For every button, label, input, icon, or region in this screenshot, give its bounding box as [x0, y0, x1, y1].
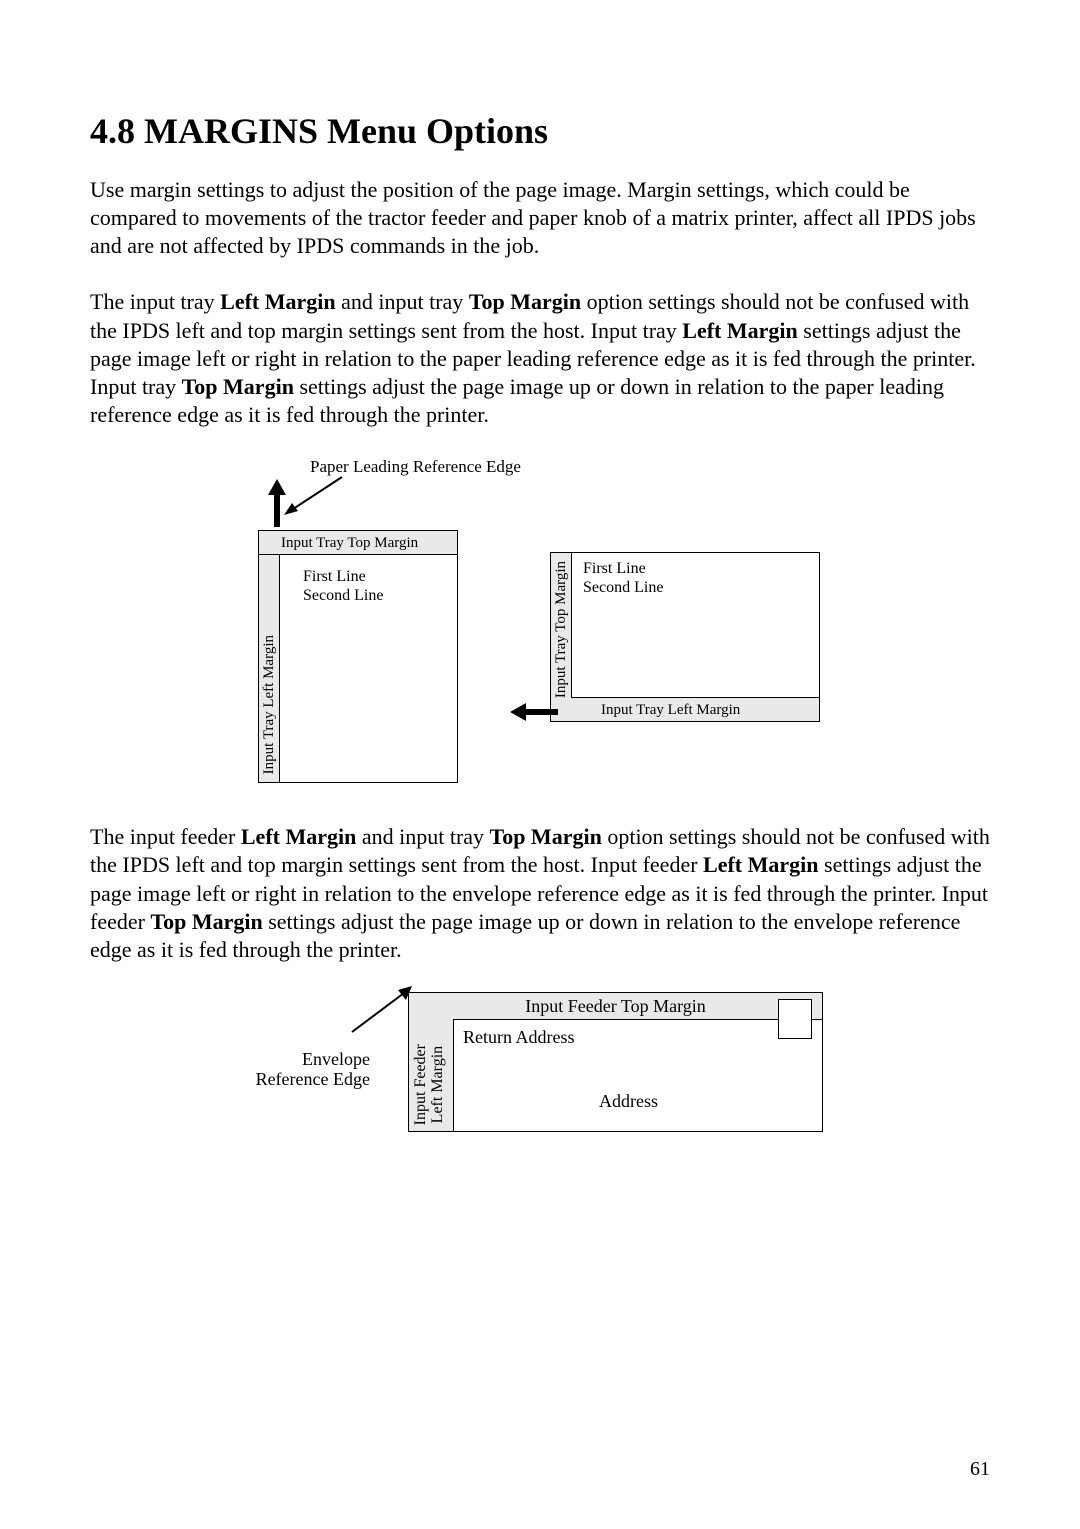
left-margin-bar: Input Feeder Left Margin — [409, 1019, 454, 1131]
input-tray-paragraph: The input tray Left Margin and input tra… — [90, 288, 990, 429]
portrait-page: Input Tray Top Margin Input Tray Left Ma… — [258, 530, 458, 783]
stamp-icon — [778, 999, 812, 1039]
page-content-sample: First Line Second Line — [303, 567, 383, 605]
intro-paragraph: Use margin settings to adjust the positi… — [90, 176, 990, 260]
bold-left-margin: Left Margin — [703, 852, 818, 877]
text-segment: and input tray — [336, 289, 469, 314]
sample-line: First Line — [583, 560, 646, 577]
label-line: Envelope — [302, 1049, 370, 1069]
left-margin-bar: Input Tray Left Margin — [571, 697, 819, 721]
text-segment: The input feeder — [90, 824, 241, 849]
page-content-sample: First Line Second Line — [583, 559, 663, 597]
top-margin-label: Input Tray Top Margin — [553, 561, 570, 698]
bold-top-margin: Top Margin — [150, 909, 262, 934]
sample-line: Second Line — [583, 579, 663, 596]
return-address-text: Return Address — [463, 1027, 575, 1048]
diagonal-arrow-icon — [350, 986, 412, 1034]
bold-left-margin: Left Margin — [682, 318, 797, 343]
diagonal-arrow-icon — [284, 475, 344, 515]
label-line: Left Margin — [429, 1046, 446, 1123]
top-margin-bar: Input Tray Top Margin — [551, 553, 572, 721]
bold-left-margin: Left Margin — [220, 289, 335, 314]
left-margin-label: Input Feeder Left Margin — [413, 1044, 447, 1125]
envelope-margin-diagram: Envelope Reference Edge Input Feeder Top… — [240, 992, 840, 1142]
diagram-caption: Paper Leading Reference Edge — [310, 457, 521, 477]
envelope-shape: Input Feeder Top Margin Input Feeder Lef… — [408, 992, 823, 1132]
page: 4.8 MARGINS Menu Options Use margin sett… — [0, 0, 1080, 1529]
left-arrow-icon — [510, 703, 558, 721]
page-number: 61 — [970, 1458, 990, 1481]
input-feeder-paragraph: The input feeder Left Margin and input t… — [90, 823, 990, 964]
text-segment: and input tray — [356, 824, 489, 849]
paper-margin-diagram: Paper Leading Reference Edge Input Tray … — [250, 457, 830, 787]
top-margin-bar: Input Tray Top Margin — [259, 531, 457, 555]
text-segment: The input tray — [90, 289, 220, 314]
label-line: Reference Edge — [256, 1069, 370, 1089]
bold-top-margin: Top Margin — [182, 374, 294, 399]
sample-line: First Line — [303, 568, 366, 585]
sample-line: Second Line — [303, 587, 383, 604]
left-margin-bar: Input Tray Left Margin — [259, 555, 280, 782]
bold-left-margin: Left Margin — [241, 824, 356, 849]
top-margin-bar: Input Feeder Top Margin — [409, 993, 822, 1020]
envelope-edge-label: Envelope Reference Edge — [240, 1050, 370, 1090]
bold-top-margin: Top Margin — [469, 289, 581, 314]
bold-top-margin: Top Margin — [490, 824, 602, 849]
landscape-page: Input Tray Top Margin Input Tray Left Ma… — [550, 552, 820, 722]
address-text: Address — [599, 1091, 658, 1112]
label-line: Input Feeder — [412, 1044, 429, 1125]
section-heading: 4.8 MARGINS Menu Options — [90, 110, 990, 152]
left-margin-label: Input Tray Left Margin — [261, 635, 278, 774]
